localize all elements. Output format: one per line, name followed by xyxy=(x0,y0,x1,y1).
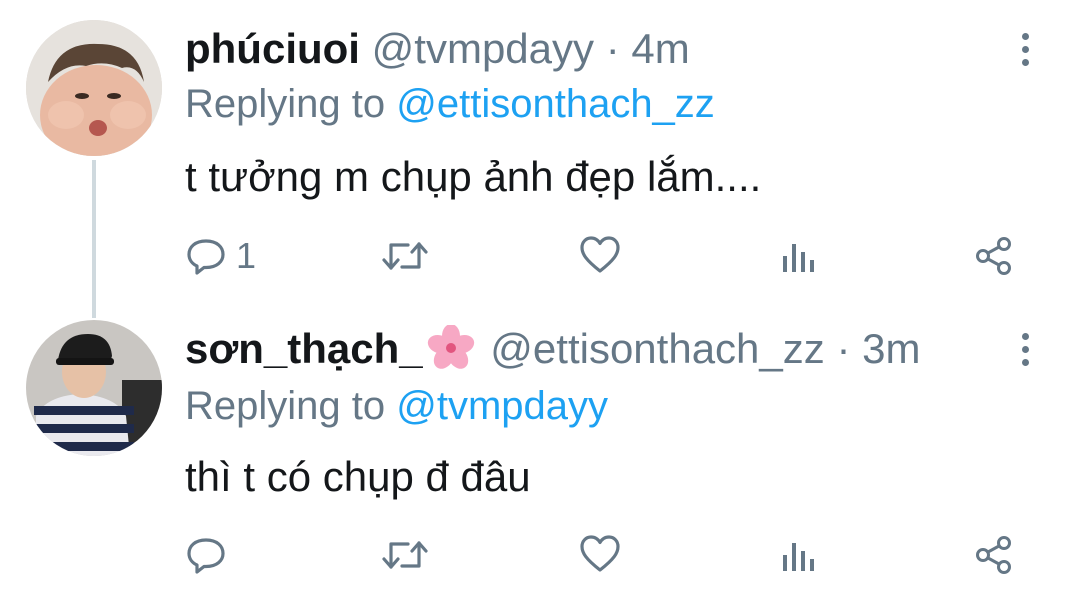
retweet-button[interactable] xyxy=(382,537,428,573)
tweet-text: t tưởng m chụp ảnh đẹp lắm.... xyxy=(185,153,762,200)
replying-to: Replying to @tvmpdayy xyxy=(185,382,608,430)
timestamp[interactable]: 4m xyxy=(631,25,689,72)
avatar-phuciuoi[interactable] xyxy=(26,20,162,156)
share-icon xyxy=(976,237,1011,275)
tweet-actions xyxy=(0,533,1080,581)
reply-icon xyxy=(187,239,225,275)
retweet-button[interactable] xyxy=(382,238,428,274)
retweet-icon xyxy=(382,242,428,270)
tweet-header: phúciuoi @tvmpdayy · 4m xyxy=(185,24,690,74)
user-handle[interactable]: @tvmpdayy xyxy=(372,25,594,72)
like-button[interactable] xyxy=(580,236,620,274)
user-handle[interactable]: @ettisonthach_zz xyxy=(490,325,824,372)
mention-link[interactable]: @ettisonthach_zz xyxy=(396,82,715,126)
share-button[interactable] xyxy=(974,236,1014,276)
analytics-button[interactable] xyxy=(780,537,816,573)
retweet-icon xyxy=(382,541,428,569)
tweet-actions: 1 xyxy=(0,234,1080,282)
tweet-text: thì t có chụp đ đâu xyxy=(185,453,531,500)
display-name[interactable]: sơn_thạch_ xyxy=(185,325,423,372)
timestamp[interactable]: 3m xyxy=(862,325,920,372)
like-icon xyxy=(580,236,620,273)
replying-to: Replying to @ettisonthach_zz xyxy=(185,80,715,128)
avatar-son-thach[interactable] xyxy=(26,320,162,456)
display-name[interactable]: phúciuoi xyxy=(185,25,360,72)
reply-count: 1 xyxy=(236,235,257,276)
analytics-icon xyxy=(783,543,814,571)
tweet-header: sơn_thạch_ @ettisonthach_zz · 3m xyxy=(185,324,920,374)
replying-to-label: Replying to xyxy=(185,384,386,428)
more-icon[interactable] xyxy=(1008,24,1042,74)
more-icon[interactable] xyxy=(1008,324,1042,374)
analytics-button[interactable] xyxy=(780,238,816,274)
like-icon xyxy=(580,535,620,572)
reply-button[interactable]: 1 xyxy=(186,236,256,276)
reply-icon xyxy=(187,538,225,574)
share-button[interactable] xyxy=(974,535,1014,575)
reply-button[interactable] xyxy=(186,535,236,575)
mention-link[interactable]: @tvmpdayy xyxy=(396,384,608,428)
like-button[interactable] xyxy=(580,535,620,573)
cherry-blossom-icon xyxy=(427,325,474,369)
replying-to-label: Replying to xyxy=(185,82,386,126)
separator-dot: · xyxy=(836,325,851,372)
share-icon xyxy=(976,536,1011,574)
analytics-icon xyxy=(783,244,814,272)
separator-dot: · xyxy=(605,25,620,72)
